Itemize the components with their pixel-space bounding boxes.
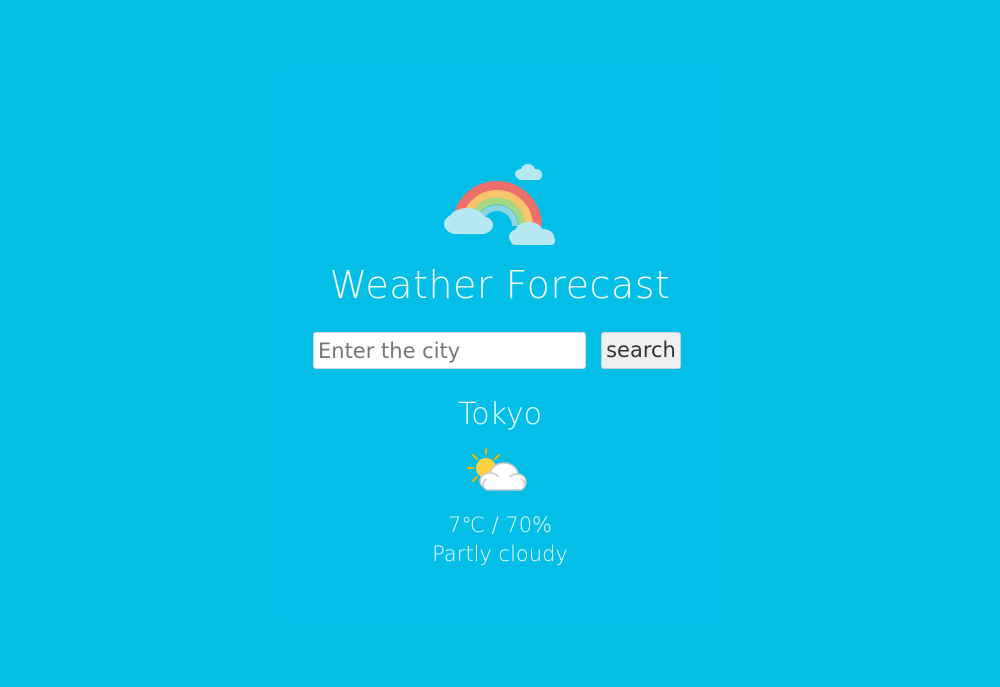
weather-app-page: Weather Forecast search Tokyo 7℃ / 70% P… — [0, 0, 1000, 687]
page-title: Weather Forecast — [329, 263, 671, 307]
weather-condition: Partly cloudy — [432, 542, 568, 566]
search-button[interactable]: search — [601, 332, 681, 369]
city-search-input[interactable] — [313, 332, 586, 369]
city-name: Tokyo — [458, 397, 542, 432]
partly-cloudy-icon — [467, 448, 527, 491]
temperature-humidity: 7℃ / 70% — [447, 513, 553, 537]
rainbow-cloud-icon — [444, 164, 555, 245]
search-bar: search — [313, 332, 683, 369]
